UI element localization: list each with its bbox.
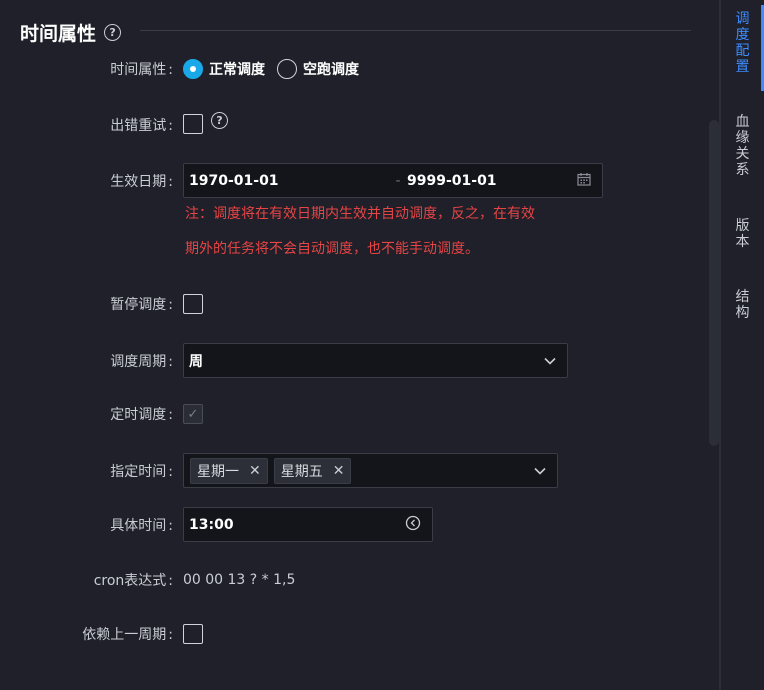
retry-field: ? bbox=[183, 111, 228, 134]
note-line-1: 注：调度将在有效日期内生效并自动调度，反之，在有效 bbox=[185, 206, 535, 222]
radio-normal-schedule[interactable] bbox=[183, 59, 203, 79]
sidebar-tab-schedule-config[interactable]: 调 度 配 置 bbox=[721, 11, 764, 75]
specified-time-row: 指定时间: 星期一 ✕ 星期五 ✕ bbox=[0, 453, 700, 488]
config-panel: 时间属性 ? 时间属性: 正常调度 空跑调度 出错重试: ? 生效日期: 197… bbox=[0, 0, 720, 690]
specified-time-multiselect[interactable]: 星期一 ✕ 星期五 ✕ bbox=[183, 453, 558, 488]
time-attr-row: 时间属性: 正常调度 空跑调度 bbox=[0, 56, 700, 82]
time-attr-radio-group: 正常调度 空跑调度 bbox=[183, 59, 371, 79]
date-separator: - bbox=[395, 172, 401, 189]
depends-prev-row: 依赖上一周期: bbox=[0, 621, 700, 647]
cron-label: cron表达式: bbox=[93, 573, 173, 589]
exact-time-row: 具体时间: 13:00 bbox=[0, 507, 700, 542]
depends-prev-checkbox[interactable] bbox=[183, 624, 203, 644]
exact-time-field: 13:00 bbox=[183, 507, 433, 542]
retry-label: 出错重试: bbox=[110, 118, 173, 134]
effective-date-field: 1970-01-01 - 9999-01-01 bbox=[183, 163, 603, 198]
radio-dry-run-schedule[interactable] bbox=[277, 59, 297, 79]
timed-row: 定时调度: ✓ bbox=[0, 401, 700, 427]
clock-icon[interactable] bbox=[405, 515, 421, 535]
radio-normal-label[interactable]: 正常调度 bbox=[209, 59, 265, 79]
radio-dry-run-label[interactable]: 空跑调度 bbox=[303, 59, 359, 79]
section-title: 时间属性 ? bbox=[20, 19, 122, 46]
section-title-text: 时间属性 bbox=[20, 23, 97, 45]
retry-row: 出错重试: ? bbox=[0, 111, 700, 138]
time-picker-input[interactable]: 13:00 bbox=[183, 507, 433, 542]
effective-date-label: 生效日期: bbox=[110, 173, 173, 190]
pause-row: 暂停调度: bbox=[0, 291, 700, 317]
depends-prev-field bbox=[183, 624, 203, 644]
cron-row: cron表达式: 00 00 13 ? * 1,5 bbox=[0, 568, 700, 592]
pause-field bbox=[183, 294, 203, 314]
time-picker-value: 13:00 bbox=[189, 516, 234, 533]
tag-friday-label: 星期五 bbox=[280, 463, 323, 480]
sidebar-tab-version[interactable]: 版 本 bbox=[721, 218, 764, 250]
section-divider bbox=[140, 30, 691, 31]
chevron-down-icon[interactable] bbox=[534, 463, 546, 479]
cycle-field: 周 bbox=[183, 343, 568, 378]
cycle-row: 调度周期: 周 bbox=[0, 343, 700, 378]
help-icon[interactable]: ? bbox=[104, 24, 122, 41]
close-icon[interactable]: ✕ bbox=[333, 463, 345, 479]
cycle-label: 调度周期: bbox=[110, 353, 173, 370]
depends-prev-label: 依赖上一周期: bbox=[82, 627, 173, 643]
specified-time-field: 星期一 ✕ 星期五 ✕ bbox=[183, 453, 558, 488]
cycle-select-value: 周 bbox=[189, 353, 203, 370]
date-range-picker[interactable]: 1970-01-01 - 9999-01-01 bbox=[183, 163, 603, 198]
retry-help-icon[interactable]: ? bbox=[211, 111, 228, 129]
tag-friday: 星期五 ✕ bbox=[273, 457, 352, 484]
calendar-icon[interactable] bbox=[577, 172, 591, 190]
timed-label: 定时调度: bbox=[110, 407, 173, 423]
chevron-down-icon[interactable] bbox=[544, 353, 556, 369]
right-sidebar: 调 度 配 置 血 缘 关 系 版 本 结 构 bbox=[721, 0, 764, 690]
pause-checkbox[interactable] bbox=[183, 294, 203, 314]
time-attr-label: 时间属性: bbox=[110, 62, 173, 78]
tag-monday-label: 星期一 bbox=[197, 463, 239, 480]
exact-time-label: 具体时间: bbox=[110, 517, 173, 534]
scrollbar[interactable] bbox=[709, 120, 719, 446]
effective-date-note: 注：调度将在有效日期内生效并自动调度，反之，在有效 期外的任务将不会自动调度，也… bbox=[185, 197, 585, 267]
cycle-select[interactable]: 周 bbox=[183, 343, 568, 378]
timed-checkbox: ✓ bbox=[183, 404, 203, 424]
note-line-2: 期外的任务将不会自动调度，也不能手动调度。 bbox=[185, 241, 479, 257]
pause-label: 暂停调度: bbox=[110, 297, 173, 313]
effective-date-row: 生效日期: 1970-01-01 - 9999-01-01 bbox=[0, 163, 700, 198]
cron-expression-value: 00 00 13 ? * 1,5 bbox=[183, 572, 296, 588]
tag-monday: 星期一 ✕ bbox=[190, 457, 268, 484]
timed-field: ✓ bbox=[183, 404, 203, 424]
retry-checkbox[interactable] bbox=[183, 114, 203, 134]
specified-time-label: 指定时间: bbox=[110, 463, 173, 480]
sidebar-tab-lineage[interactable]: 血 缘 关 系 bbox=[721, 114, 764, 178]
close-icon[interactable]: ✕ bbox=[249, 463, 261, 479]
sidebar-tab-structure[interactable]: 结 构 bbox=[721, 289, 764, 321]
start-date-input[interactable]: 1970-01-01 bbox=[189, 173, 389, 189]
end-date-input[interactable]: 9999-01-01 bbox=[407, 173, 592, 189]
cron-field: 00 00 13 ? * 1,5 bbox=[183, 572, 295, 588]
